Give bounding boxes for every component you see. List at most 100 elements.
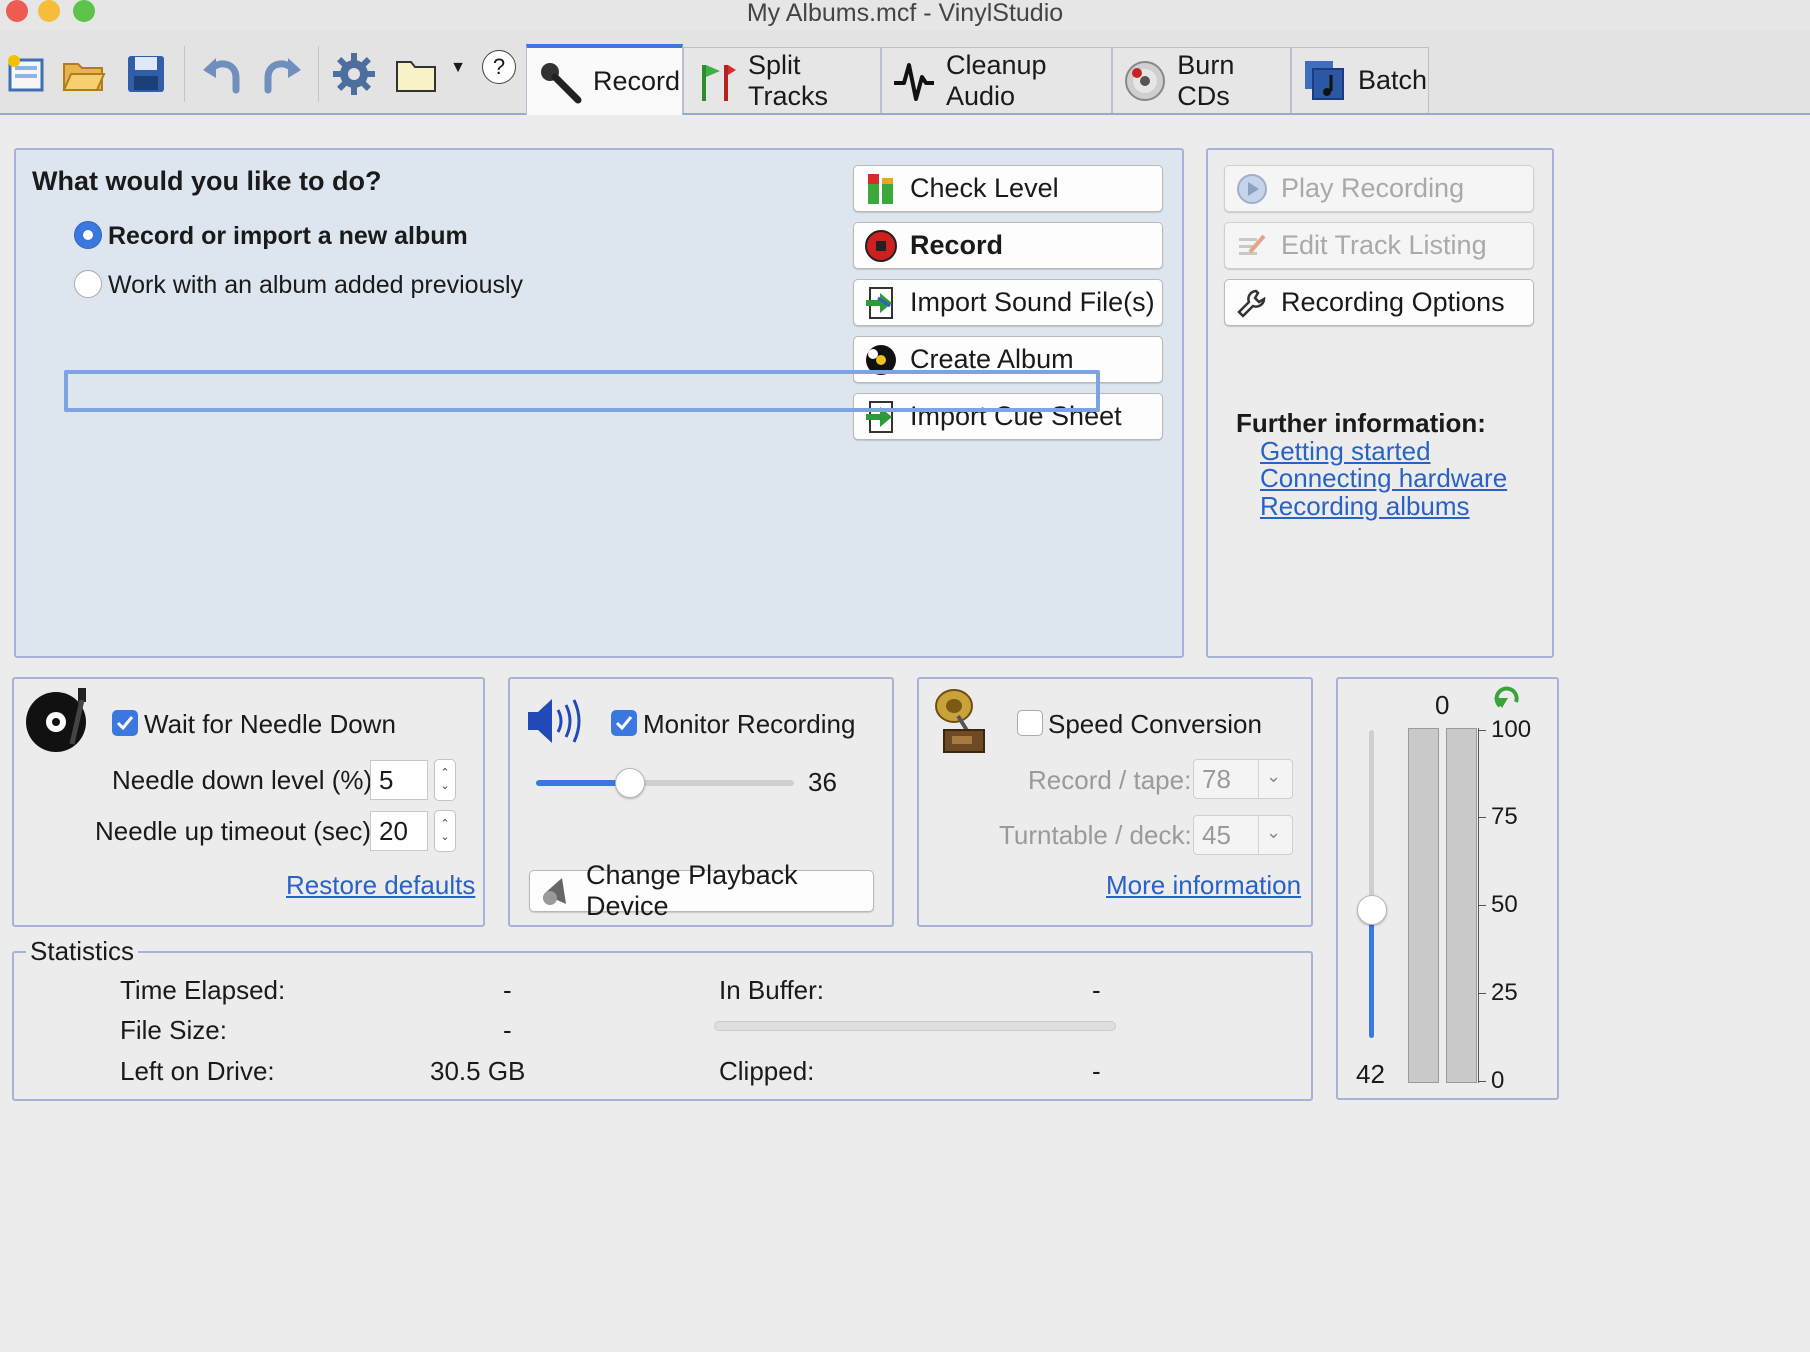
- level-bars-icon: [864, 172, 898, 206]
- meter-scale-75: 75: [1491, 803, 1518, 830]
- meter-tick: [1478, 993, 1486, 994]
- needle-up-timeout-label: Needle up timeout (sec):: [95, 816, 379, 846]
- peak-level-value: 0: [1435, 690, 1450, 720]
- monitor-volume-track[interactable]: [536, 768, 794, 798]
- restore-defaults-link[interactable]: Restore defaults: [286, 870, 475, 901]
- needle-up-timeout-input[interactable]: 20: [370, 811, 428, 851]
- record-button[interactable]: Record: [853, 222, 1163, 269]
- turntable-deck-label: Turntable / deck:: [999, 820, 1192, 850]
- monitor-recording-checkbox[interactable]: [611, 710, 637, 736]
- further-info-heading: Further information:: [1236, 408, 1486, 438]
- stacked-music-icon: [1302, 58, 1348, 104]
- tab-batch[interactable]: Batch: [1291, 47, 1429, 113]
- speed-conversion-checkbox[interactable]: [1017, 710, 1043, 736]
- needle-down-level-stepper[interactable]: ⌃ ⌄: [434, 759, 456, 801]
- question-heading: What would you like to do?: [32, 166, 382, 196]
- input-gain-thumb[interactable]: [1357, 895, 1387, 925]
- meter-tick: [1478, 1081, 1486, 1082]
- record-tape-value: 78: [1202, 764, 1231, 794]
- wrench-icon: [1235, 286, 1269, 320]
- time-elapsed-label: Time Elapsed:: [120, 975, 286, 1005]
- view-mode-dropdown-arrow[interactable]: ▼: [448, 58, 468, 78]
- recording-options-button[interactable]: Recording Options: [1224, 279, 1534, 326]
- meter-tick: [1478, 730, 1486, 731]
- save-button[interactable]: [122, 50, 170, 98]
- check-level-label: Check Level: [910, 173, 1059, 203]
- right-channel-meter: [1446, 728, 1477, 1083]
- clipped-label: Clipped:: [719, 1056, 815, 1086]
- record-tape-label: Record / tape:: [1028, 765, 1192, 795]
- play-icon: [1235, 172, 1269, 206]
- redo-button[interactable]: [258, 50, 306, 98]
- toolbar-separator: [184, 46, 185, 102]
- radio-new-album[interactable]: [74, 221, 102, 249]
- tab-record-label: Record: [593, 66, 681, 96]
- link-connecting-hardware[interactable]: Connecting hardware: [1260, 463, 1507, 494]
- meter-scale-100: 100: [1491, 716, 1532, 743]
- record-tape-select[interactable]: 78 ⌄: [1193, 759, 1293, 799]
- change-playback-device-label: Change Playback Device: [586, 860, 798, 921]
- tab-cleanup-audio[interactable]: Cleanup Audio: [881, 47, 1112, 113]
- folder-outline-icon: [396, 61, 436, 92]
- turntable-icon: [24, 688, 90, 754]
- link-recording-albums[interactable]: Recording albums: [1260, 491, 1470, 522]
- tab-split-tracks[interactable]: Split Tracks: [683, 47, 881, 113]
- monitor-volume-value: 36: [808, 767, 837, 797]
- wait-needle-down-checkbox[interactable]: [112, 710, 138, 736]
- needle-down-level-input[interactable]: 5: [370, 760, 428, 800]
- file-size-label: File Size:: [120, 1015, 227, 1045]
- wait-needle-down-label: Wait for Needle Down: [144, 709, 396, 739]
- tab-split-tracks-label: Split Tracks: [748, 49, 828, 111]
- meter-scale-0: 0: [1491, 1067, 1505, 1094]
- radio-existing-album[interactable]: [74, 270, 102, 298]
- left-on-drive-value: 30.5 GB: [430, 1056, 526, 1086]
- more-information-link[interactable]: More information: [1106, 870, 1301, 901]
- reset-peak-icon[interactable]: [1492, 684, 1524, 716]
- tab-record[interactable]: Record: [526, 44, 683, 115]
- undo-button[interactable]: [198, 50, 246, 98]
- monitor-volume-thumb[interactable]: [615, 768, 645, 798]
- chevron-down-icon: ⌄: [1266, 766, 1282, 786]
- tab-burn-cds-label: Burn CDs: [1177, 49, 1235, 111]
- gear-icon: [333, 53, 375, 95]
- tab-cleanup-audio-label: Cleanup Audio: [946, 49, 1047, 111]
- view-mode-button[interactable]: [392, 50, 440, 98]
- turntable-deck-select[interactable]: 45 ⌄: [1193, 815, 1293, 855]
- cd-icon: [1123, 58, 1167, 104]
- statistics-title: Statistics: [26, 936, 139, 967]
- open-button[interactable]: [60, 50, 108, 98]
- waveform-icon: [892, 58, 936, 104]
- help-button[interactable]: ?: [482, 50, 516, 84]
- input-gain-fill: [1369, 909, 1374, 1038]
- import-arrow-icon: [864, 286, 898, 320]
- meter-tick: [1478, 905, 1486, 906]
- needle-up-timeout-stepper[interactable]: ⌃ ⌄: [434, 810, 456, 852]
- chevron-down-icon: ⌄: [1266, 822, 1282, 842]
- record-icon: [864, 229, 898, 263]
- check-level-button[interactable]: Check Level: [853, 165, 1163, 212]
- left-channel-meter: [1408, 728, 1439, 1083]
- focus-highlight: [64, 370, 1100, 412]
- playback-speaker-icon: [540, 874, 574, 908]
- toolbar-separator: [318, 46, 319, 102]
- recording-options-label: Recording Options: [1281, 287, 1505, 317]
- radio-new-album-label: Record or import a new album: [108, 222, 468, 250]
- clipped-value: -: [1092, 1056, 1101, 1086]
- record-label: Record: [910, 230, 1004, 260]
- tab-burn-cds[interactable]: Burn CDs: [1112, 47, 1291, 113]
- edit-track-listing-button[interactable]: Edit Track Listing: [1224, 222, 1534, 269]
- new-collection-button[interactable]: [2, 50, 50, 98]
- edit-track-listing-label: Edit Track Listing: [1281, 230, 1487, 260]
- play-recording-label: Play Recording: [1281, 173, 1465, 203]
- left-on-drive-label: Left on Drive:: [120, 1056, 275, 1086]
- turntable-deck-value: 45: [1202, 820, 1231, 850]
- settings-button[interactable]: [330, 50, 378, 98]
- import-sound-files-button[interactable]: Import Sound File(s): [853, 279, 1163, 326]
- input-gain-track[interactable]: [1357, 730, 1387, 1038]
- input-gain-value: 42: [1356, 1059, 1385, 1089]
- speaker-icon: [526, 696, 586, 746]
- play-recording-button[interactable]: Play Recording: [1224, 165, 1534, 212]
- change-playback-device-button[interactable]: Change Playback Device: [529, 860, 874, 921]
- meter-tick: [1478, 817, 1486, 818]
- radio-existing-album-label: Work with an album added previously: [108, 271, 524, 299]
